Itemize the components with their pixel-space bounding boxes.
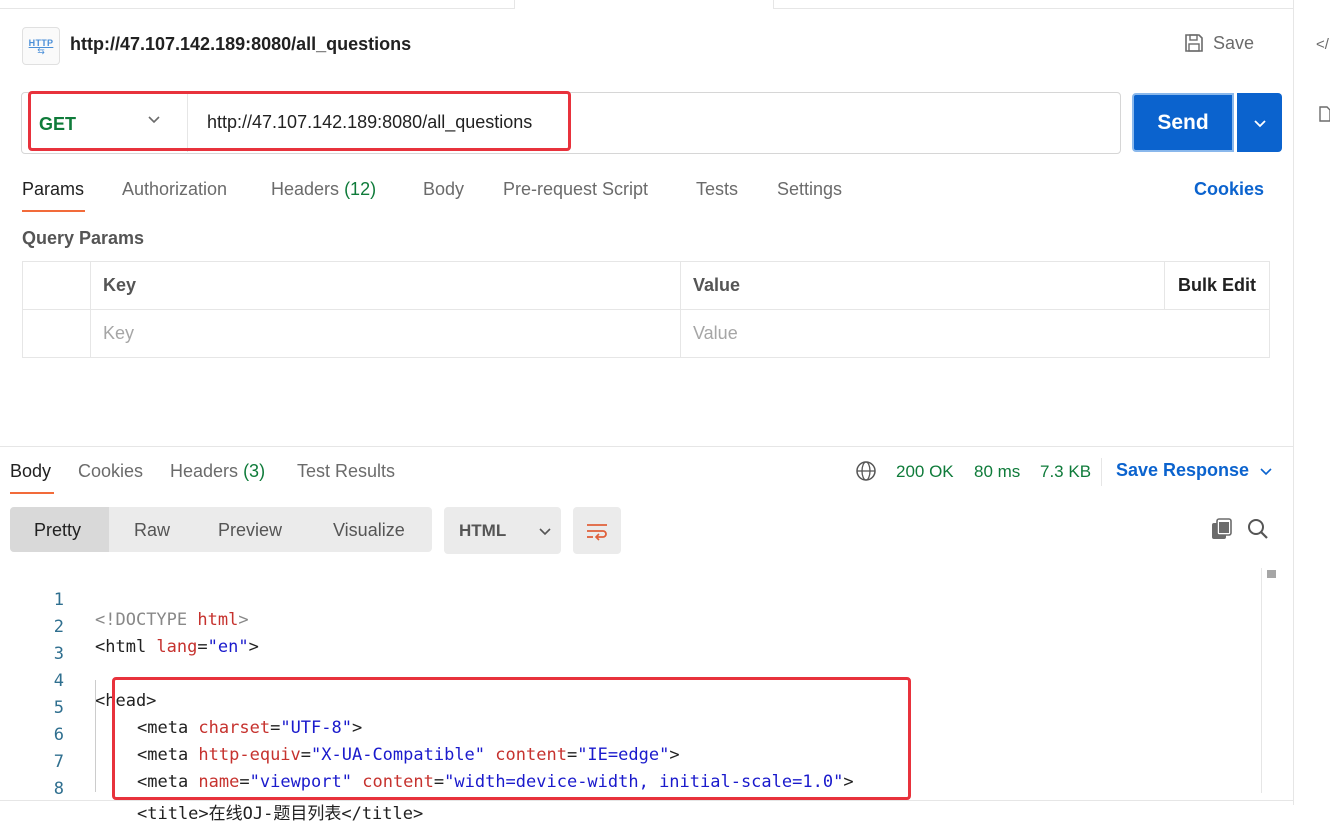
code-token: html: [197, 610, 239, 630]
chevron-down-icon: [1253, 119, 1266, 127]
indent-guide: [95, 680, 96, 792]
bulk-edit-button[interactable]: Bulk Edit: [1164, 261, 1270, 310]
scrollbar-thumb[interactable]: [1267, 570, 1276, 578]
format-select[interactable]: HTML: [444, 507, 561, 554]
send-button[interactable]: Send: [1132, 93, 1234, 152]
headers-count: (12): [344, 179, 377, 199]
query-params-title: Query Params: [22, 228, 145, 248]
http-request-icon: HTTP ⇆: [22, 27, 60, 65]
checkbox-column: [22, 261, 91, 310]
highlight-box-head-meta: [112, 677, 911, 800]
tab-authorization[interactable]: Authorization: [122, 179, 227, 200]
active-tab-indicator: [22, 210, 85, 212]
wrap-lines-button[interactable]: [573, 507, 621, 554]
arrows-icon: ⇆: [37, 45, 45, 56]
tab-headers[interactable]: Headers (12): [271, 179, 376, 200]
code-token: lang: [156, 637, 198, 657]
response-tab-cookies[interactable]: Cookies: [78, 461, 143, 482]
code-token: >: [238, 610, 249, 630]
highlight-box-request: [28, 91, 571, 151]
chevron-down-icon: [1260, 467, 1272, 475]
code-line: 5 <meta charset="UTF-8">: [0, 678, 362, 738]
code-line: 2 <html lang="en">: [0, 597, 259, 657]
view-mode-preview[interactable]: Preview: [218, 520, 282, 541]
key-input[interactable]: Key: [90, 309, 681, 358]
status-divider: [1101, 458, 1102, 486]
tab-pre-request-script[interactable]: Pre-request Script: [503, 179, 648, 200]
code-icon[interactable]: </: [1316, 36, 1329, 53]
code-token: DOCTYPE: [115, 610, 188, 630]
bottom-border: [0, 800, 1293, 801]
format-select-value: HTML: [459, 520, 507, 540]
query-params-table: Key Value Bulk Edit Key Value: [22, 261, 1270, 358]
response-tab-test-results[interactable]: Test Results: [297, 461, 395, 482]
save-icon: [1185, 34, 1203, 52]
tab-params[interactable]: Params: [22, 179, 84, 200]
response-tab-body[interactable]: Body: [10, 461, 51, 482]
line-number: 8: [53, 779, 64, 799]
code-line: 3: [0, 624, 64, 664]
code-line: 1 <!DOCTYPE html>: [0, 570, 249, 630]
response-headers-label: Headers: [170, 461, 239, 481]
save-response-button[interactable]: Save Response: [1116, 460, 1273, 481]
value-header: Value: [680, 261, 1165, 310]
code-line: 4 <head>: [0, 651, 157, 711]
scrollbar-track[interactable]: [1261, 568, 1262, 793]
chevron-down-icon: [539, 527, 551, 535]
response-tab-headers[interactable]: Headers (3): [170, 461, 265, 482]
search-icon[interactable]: [1247, 518, 1269, 545]
tab-settings[interactable]: Settings: [777, 179, 842, 200]
code-token: <title>在线OJ-题目列表</title>: [137, 804, 424, 824]
row-checkbox-cell: [22, 309, 91, 358]
code-token: =: [197, 637, 208, 657]
code-token: <html: [95, 637, 157, 657]
request-title[interactable]: http://47.107.142.189:8080/all_questions: [70, 34, 411, 55]
save-label: Save: [1213, 32, 1255, 53]
globe-icon[interactable]: [855, 460, 877, 487]
code-line: 8 <title>在线OJ-题目列表</title>: [0, 759, 423, 824]
open-tab[interactable]: [514, 0, 774, 9]
code-line: 6 <meta http-equiv="X-UA-Compatible" con…: [0, 705, 680, 765]
save-response-label: Save Response: [1116, 460, 1250, 480]
response-headers-count: (3): [243, 461, 266, 481]
key-header: Key: [90, 261, 681, 310]
tab-headers-label: Headers: [271, 179, 340, 199]
view-mode-raw[interactable]: Raw: [134, 520, 170, 541]
active-response-tab-indicator: [10, 492, 54, 494]
tab-tests[interactable]: Tests: [696, 179, 738, 200]
tab-body[interactable]: Body: [423, 179, 464, 200]
response-time[interactable]: 80 ms: [974, 462, 1020, 482]
copy-icon[interactable]: [1211, 518, 1233, 545]
wrap-lines-icon: [587, 523, 607, 541]
table-row: Key Value: [22, 309, 1270, 358]
code-token: "en": [207, 637, 249, 657]
code-token: >: [248, 637, 259, 657]
view-mode-visualize[interactable]: Visualize: [333, 520, 405, 541]
status-code[interactable]: 200 OK: [896, 462, 954, 482]
view-mode-pretty[interactable]: Pretty: [34, 520, 81, 541]
table-header-row: Key Value Bulk Edit: [22, 261, 1270, 310]
right-side-panel: </: [1293, 0, 1330, 805]
code-token: <!: [95, 610, 116, 630]
send-options-button[interactable]: [1237, 93, 1282, 152]
cookies-link[interactable]: Cookies: [1194, 179, 1264, 200]
response-size[interactable]: 7.3 KB: [1040, 462, 1091, 482]
save-button[interactable]: Save: [1183, 32, 1254, 54]
value-input[interactable]: Value: [680, 309, 1270, 358]
document-icon[interactable]: [1319, 106, 1330, 127]
code-line: 7 <meta name="viewport" content="width=d…: [0, 732, 854, 792]
panel-divider[interactable]: [0, 446, 1293, 447]
